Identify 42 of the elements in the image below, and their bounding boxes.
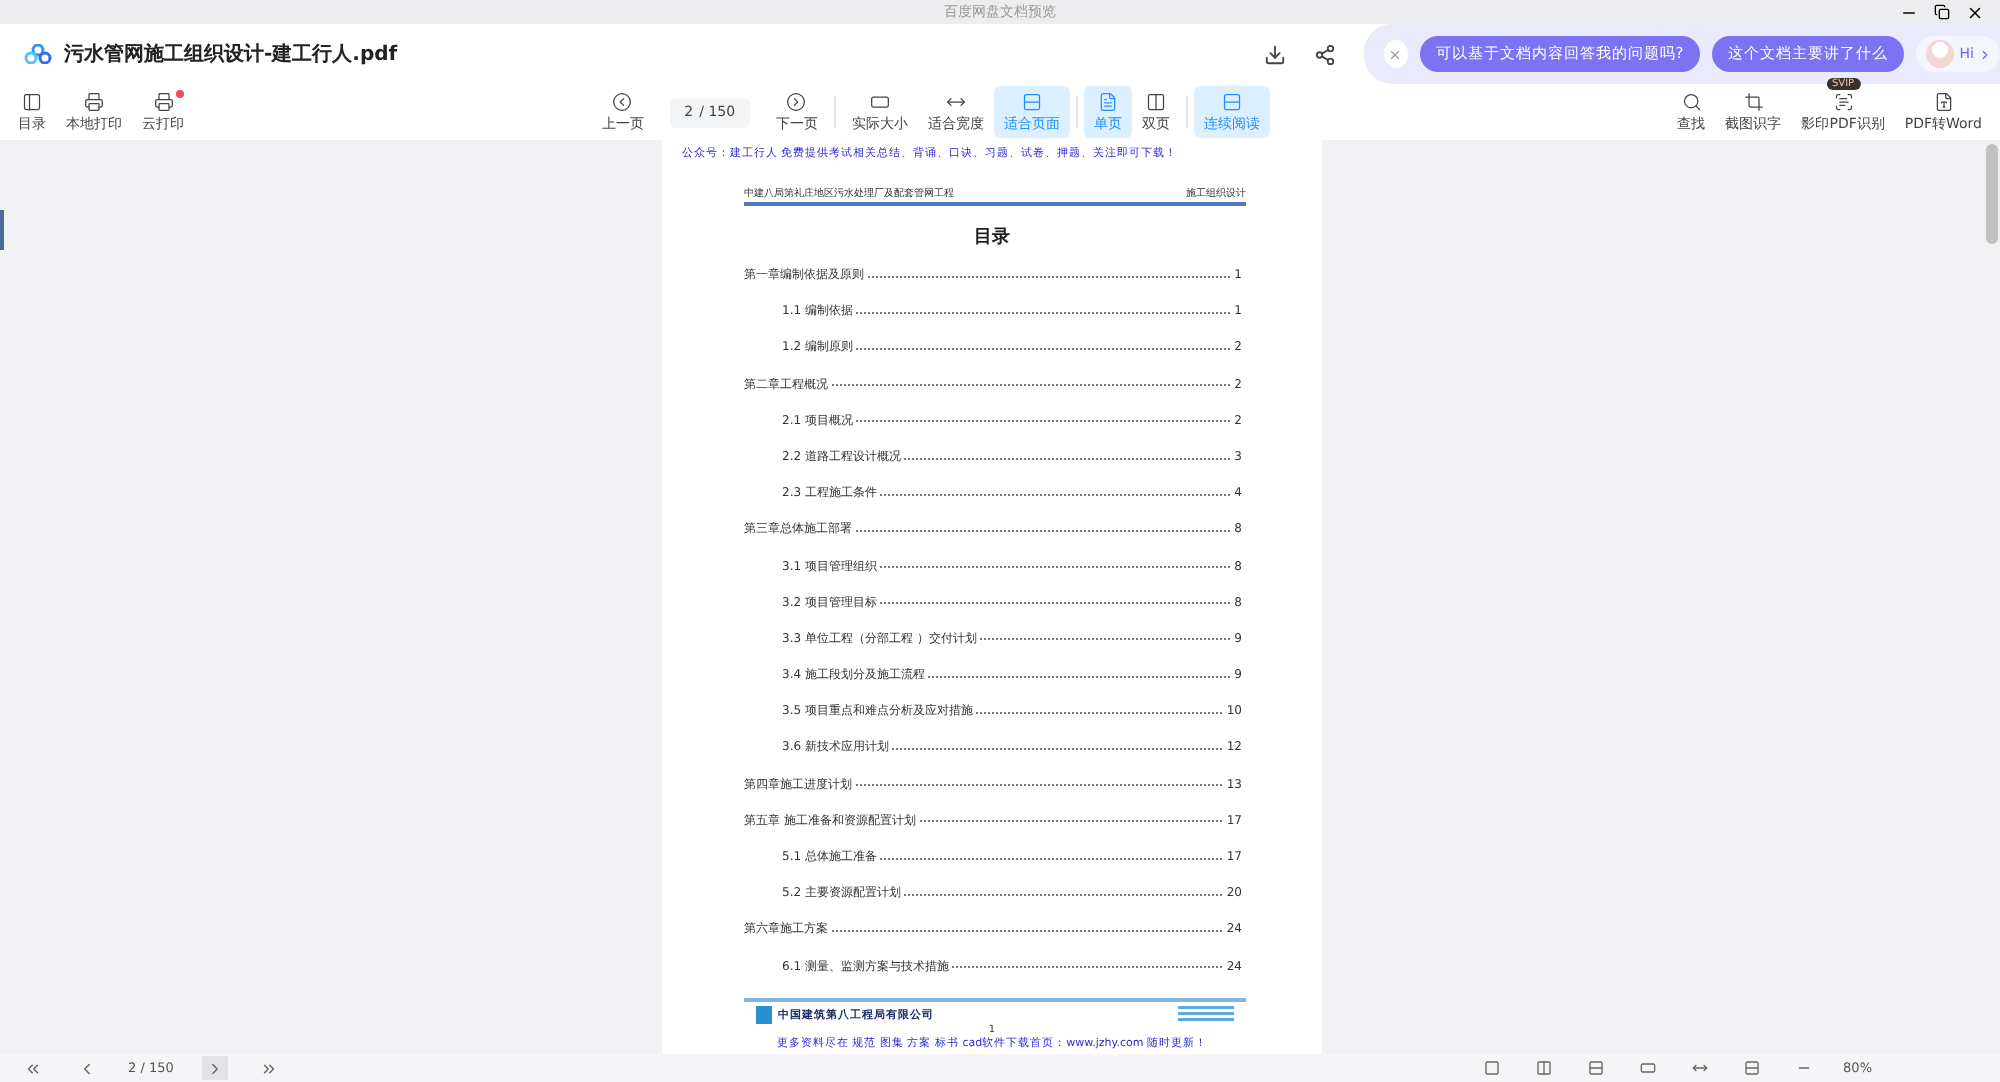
file-name: 污水管网施工组织设计-建工行人.pdf: [64, 41, 398, 68]
horizontal-arrows-icon: [1691, 1060, 1708, 1076]
two-rows-icon: [1743, 1060, 1760, 1076]
stripes-drawing: [1178, 1006, 1234, 1023]
share-icon[interactable]: [1314, 43, 1336, 65]
next-page-button[interactable]: [201, 1056, 228, 1080]
two-columns-icon: [1535, 1060, 1552, 1076]
close-button[interactable]: [1384, 40, 1408, 68]
company-logo-icon: [756, 1005, 772, 1024]
sidebar-handle[interactable]: [0, 210, 4, 250]
avatar-icon: [1923, 38, 1956, 70]
two-rows-icon: [1587, 1060, 1604, 1076]
page-icon: [1483, 1060, 1500, 1076]
download-icon[interactable]: [1264, 43, 1286, 65]
chevron-left-icon: [78, 1059, 96, 1077]
single-page-button[interactable]: [1479, 1056, 1504, 1080]
page-view-icon: [1021, 91, 1042, 111]
search-icon: [1681, 91, 1702, 111]
continuous-button[interactable]: [1583, 1056, 1608, 1080]
last-icon: [259, 1059, 278, 1077]
convert-icon: [1933, 91, 1954, 111]
single-view-icon: [1097, 91, 1118, 111]
actual-view-icon: [869, 91, 890, 111]
first-icon: [24, 1059, 42, 1077]
circle-left-icon: [612, 91, 633, 111]
scan-icon: [1833, 91, 1854, 111]
scrollbar-thumb[interactable]: [1986, 144, 1998, 244]
rectangle-icon: [1639, 1060, 1656, 1076]
close-icon: [1388, 47, 1403, 61]
double-page-button[interactable]: [1531, 1056, 1556, 1080]
chevron-icon: [1978, 47, 1992, 61]
print-icon: [84, 91, 104, 111]
toc-icon: [22, 91, 42, 111]
cloud-logo-icon: [24, 44, 52, 64]
crop-icon: [1743, 91, 1764, 111]
fit-page-button[interactable]: [1739, 1056, 1764, 1080]
restore-icon[interactable]: [1934, 4, 1950, 20]
double-view-icon: [1145, 91, 1166, 111]
toc-title: 目录: [972, 225, 1012, 250]
continuous-view-icon: [1221, 91, 1242, 111]
circle-right-icon: [786, 91, 807, 111]
close-icon[interactable]: [1966, 3, 1984, 21]
